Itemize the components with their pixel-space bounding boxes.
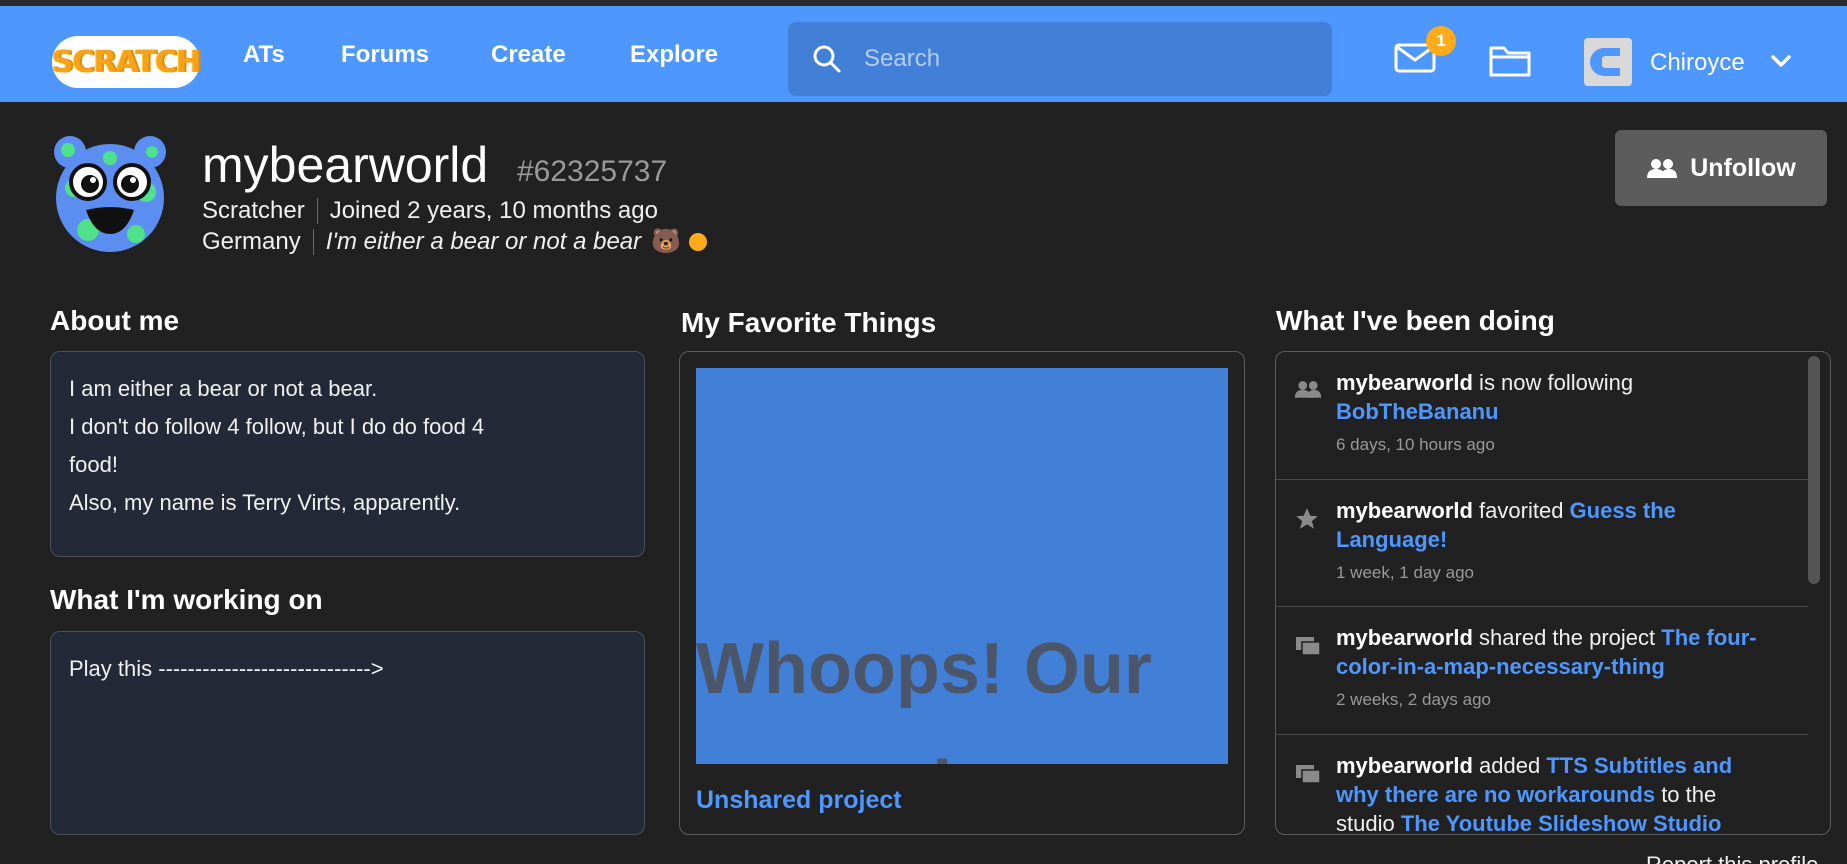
activity-verb: added <box>1472 753 1547 778</box>
user-name[interactable]: Chiroyce <box>1650 49 1745 77</box>
search-box[interactable] <box>788 22 1332 96</box>
activity-text: mybearworld shared the project The four-… <box>1336 623 1776 711</box>
activity-time: 1 week, 1 day ago <box>1336 563 1474 582</box>
nav-link-explore[interactable]: Explore <box>630 41 718 69</box>
profile-location-line: Germany I'm either a bear or not a bear … <box>202 227 708 256</box>
chevron-down-icon[interactable] <box>1770 54 1792 68</box>
about-me-box[interactable]: I am either a bear or not a bear. I don'… <box>50 351 645 557</box>
profile-meta-line: Scratcher Joined 2 years, 10 months ago <box>202 197 658 225</box>
activity-verb: is now following <box>1472 370 1634 395</box>
nav-link-ats[interactable]: ATs <box>243 41 285 69</box>
profile-country: Germany <box>202 227 301 255</box>
profile-avatar <box>54 136 166 252</box>
scratch-logo-text: SCRATCH <box>51 44 201 80</box>
activity-actor[interactable]: mybearworld <box>1336 753 1473 778</box>
unfollow-label: Unfollow <box>1690 153 1796 182</box>
thumbnail-error-text: Whoops! Our server is <box>696 629 1152 764</box>
activity-studio-link[interactable]: The Youtube Slideshow Studio <box>1401 811 1722 834</box>
activity-time: 2 weeks, 2 days ago <box>1336 690 1491 709</box>
about-line: I am either a bear or not a bear. <box>69 376 378 401</box>
featured-project-thumbnail[interactable]: Whoops! Our server is <box>696 368 1228 764</box>
follow-icon <box>1294 381 1322 398</box>
profile-joined: Joined 2 years, 10 months ago <box>329 197 658 224</box>
messages-count-badge: 1 <box>1426 26 1456 56</box>
star-icon <box>1296 508 1318 529</box>
activity-text: mybearworld added TTS Subtitles and why … <box>1336 751 1776 834</box>
scratch-logo[interactable]: SCRATCH <box>51 36 201 88</box>
activity-title: What I've been doing <box>1276 305 1555 336</box>
activity-item: mybearworld shared the project The four-… <box>1276 607 1808 735</box>
working-on-box[interactable]: Play this -----------------------------> <box>50 631 645 835</box>
featured-project-title[interactable]: Unshared project <box>696 786 902 815</box>
profile-username: mybearworld <box>202 137 489 193</box>
activity-time: 6 days, 10 hours ago <box>1336 435 1495 454</box>
nav-link-forums[interactable]: Forums <box>341 41 429 69</box>
favorite-things-title: My Favorite Things <box>681 307 937 338</box>
report-profile-link[interactable]: Report this profile <box>1646 852 1818 864</box>
activity-scrollbar[interactable] <box>1808 356 1820 584</box>
working-on-title: What I'm working on <box>50 584 323 615</box>
studio-icon <box>1296 765 1321 784</box>
profile-role: Scratcher <box>202 197 305 224</box>
about-me-text: I am either a bear or not a bear. I don'… <box>51 352 644 540</box>
activity-text: mybearworld is now following BobTheBanan… <box>1336 368 1776 456</box>
activity-item: mybearworld is now following BobTheBanan… <box>1276 352 1808 480</box>
profile-status: I'm either a bear or not a bear <box>325 227 642 255</box>
activity-actor[interactable]: mybearworld <box>1336 625 1473 650</box>
user-avatar[interactable] <box>1584 38 1632 86</box>
activity-text: mybearworld favorited Guess the Language… <box>1336 496 1776 584</box>
divider <box>316 198 318 224</box>
working-on-text: Play this -----------------------------> <box>69 656 384 681</box>
user-avatar-image <box>1584 38 1632 86</box>
activity-actor[interactable]: mybearworld <box>1336 370 1473 395</box>
search-input[interactable] <box>864 42 1304 76</box>
activity-verb: favorited <box>1472 498 1570 523</box>
users-icon <box>1647 159 1678 178</box>
profile-user-id: #62325737 <box>517 155 668 188</box>
activity-link[interactable]: BobTheBananu <box>1336 399 1499 424</box>
about-me-title: About me <box>50 305 180 336</box>
activity-feed[interactable]: mybearworld is now following BobTheBanan… <box>1275 351 1831 835</box>
my-stuff-folder-icon[interactable] <box>1488 42 1532 78</box>
activity-verb: shared the project <box>1472 625 1662 650</box>
share-icon <box>1296 637 1321 656</box>
search-icon <box>813 45 841 73</box>
about-line: I don't do follow 4 follow, but I do do … <box>69 414 485 439</box>
featured-project-card: Whoops! Our server is Unshared project <box>679 351 1245 835</box>
unfollow-button[interactable]: Unfollow <box>1615 130 1827 206</box>
about-line: food! <box>69 452 118 477</box>
status-dot-icon <box>689 232 708 251</box>
bear-emoji-icon: 🐻 <box>651 228 682 255</box>
about-line: Also, my name is Terry Virts, apparently… <box>69 490 461 515</box>
divider <box>312 228 314 255</box>
activity-item: mybearworld added TTS Subtitles and why … <box>1276 735 1808 834</box>
nav-link-create[interactable]: Create <box>491 41 566 69</box>
activity-item: mybearworld favorited Guess the Language… <box>1276 480 1808 607</box>
navbar: SCRATCH ATs Forums Create Explore 1 Chir… <box>0 6 1847 102</box>
activity-actor[interactable]: mybearworld <box>1336 498 1473 523</box>
